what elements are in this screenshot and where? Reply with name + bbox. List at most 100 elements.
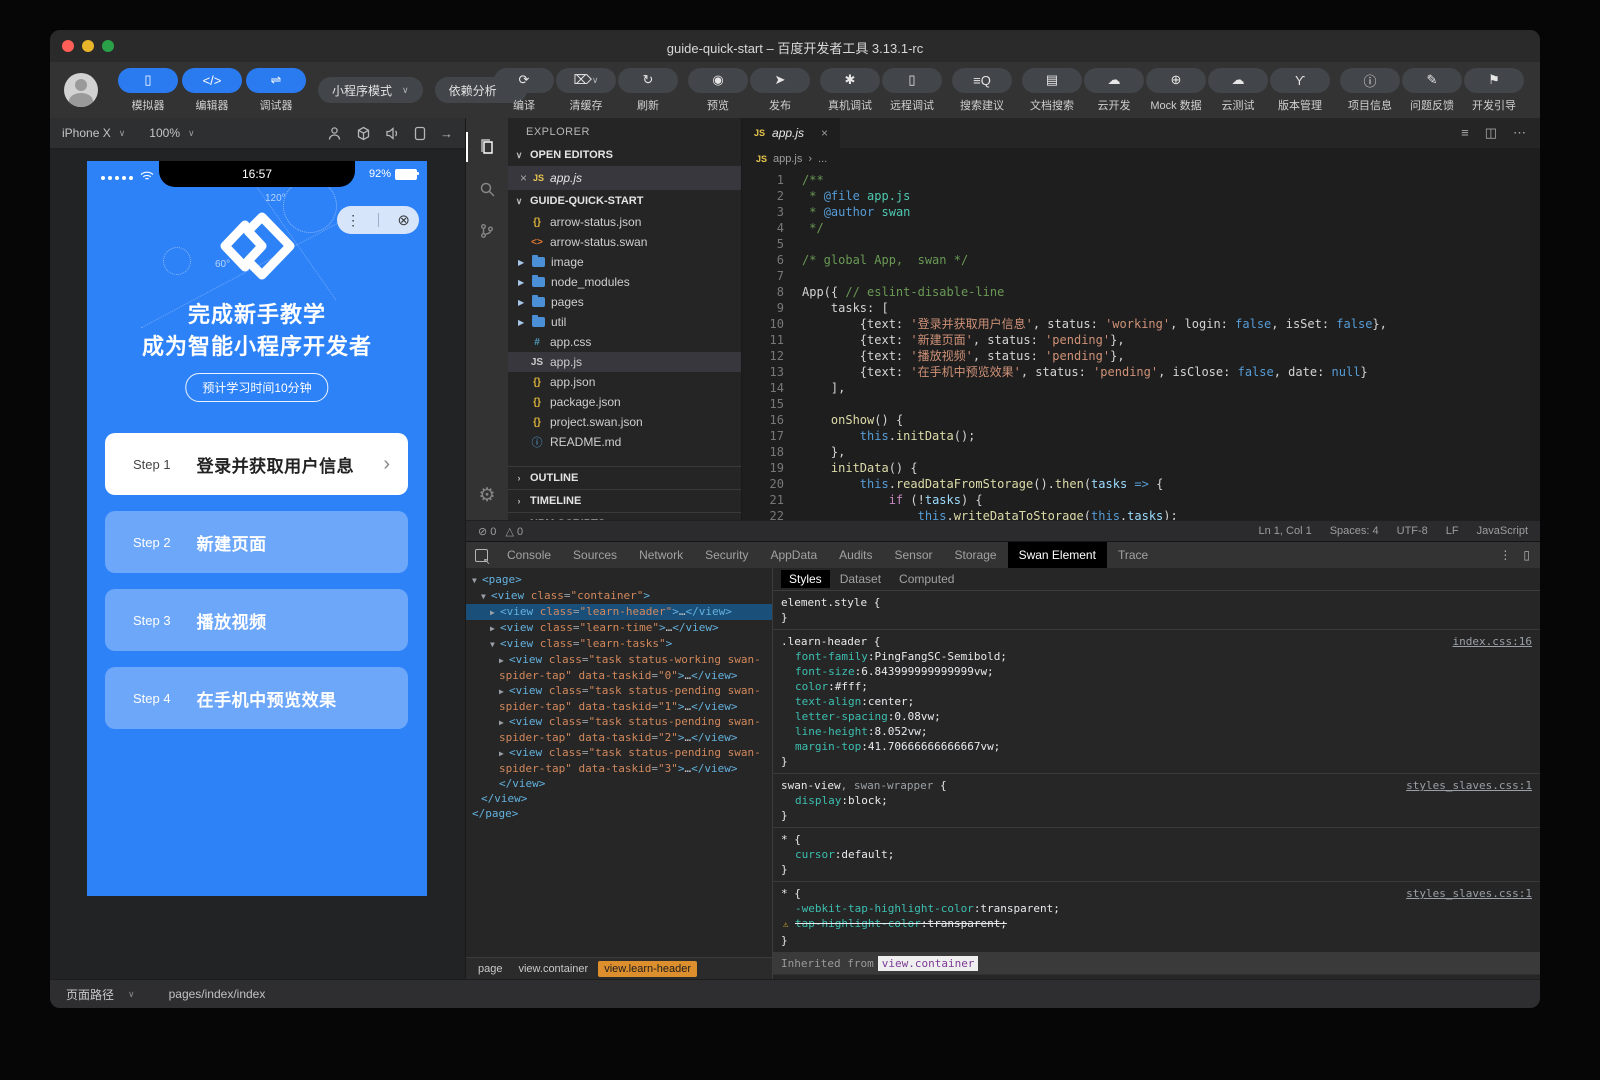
dom-node[interactable]: ▶<view class="task status-pending swan-s… [466, 683, 772, 714]
dom-node[interactable]: ▶<view class="task status-working swan-s… [466, 652, 772, 683]
file-image[interactable]: ▶image [508, 252, 741, 272]
section-timeline[interactable]: ›TIMELINE [508, 490, 741, 513]
status-item[interactable]: JavaScript [1477, 525, 1528, 537]
file-app.css[interactable]: #app.css [508, 332, 741, 352]
status-item[interactable]: Ln 1, Col 1 [1259, 525, 1312, 537]
toolbar-button-debugger[interactable]: ⇌调试器 [248, 68, 304, 113]
devtools-tab-console[interactable]: Console [496, 542, 562, 568]
dom-node[interactable]: </view> [466, 776, 772, 791]
sound-icon[interactable] [385, 126, 400, 141]
toolbar-button-refresh[interactable]: ↻刷新 [620, 68, 676, 113]
dom-node[interactable]: </page> [466, 806, 772, 821]
touch-mode-icon[interactable] [327, 126, 342, 141]
stylesheet-link[interactable]: index.css:16 [1453, 634, 1532, 649]
devtools-tab-trace[interactable]: Trace [1107, 542, 1159, 568]
chevron-down-icon[interactable]: ∨ [128, 989, 135, 1000]
devtools-tab-swan-element[interactable]: Swan Element [1008, 542, 1107, 568]
toolbar-button-cloud-test[interactable]: ☁云测试 [1210, 68, 1266, 113]
toolbar-button-remote-debug[interactable]: ▯远程调试 [884, 68, 940, 113]
project-section[interactable]: ∨GUIDE-QUICK-START [508, 190, 741, 212]
devtools-tab-network[interactable]: Network [628, 542, 694, 568]
inherited-selector-chip[interactable]: view.container [878, 956, 979, 971]
dom-breadcrumb-view.learn-header[interactable]: view.learn-header [598, 961, 697, 977]
stylesheet-link[interactable]: styles_slaves.css:1 [1406, 778, 1532, 793]
file-arrow-status.swan[interactable]: <>arrow-status.swan [508, 232, 741, 252]
dom-breadcrumb-page[interactable]: page [472, 961, 508, 977]
status-item[interactable]: LF [1446, 525, 1459, 537]
dom-node[interactable]: ▼<view class="learn-tasks"> [466, 636, 772, 652]
stylesheet-link[interactable]: styles_slaves.css:1 [1406, 886, 1532, 901]
toolbar-button-dev-guide[interactable]: ⚑开发引导 [1466, 68, 1522, 113]
expand-caret-icon[interactable]: ▶ [518, 278, 526, 287]
toolbar-button-mock-data[interactable]: ⊕Mock 数据 [1148, 68, 1204, 113]
close-miniapp-icon[interactable]: ⊗ [397, 211, 410, 229]
guide-step-2[interactable]: Step 2新建页面 [105, 511, 408, 573]
guide-step-1[interactable]: Step 1登录并获取用户信息› [105, 433, 408, 495]
guide-step-3[interactable]: Step 3播放视频 [105, 589, 408, 651]
activity-explorer-icon[interactable] [466, 126, 508, 168]
dom-node[interactable]: ▼<page> [466, 572, 772, 588]
tab-app-js[interactable]: JS app.js × [742, 118, 840, 148]
toolbar-button-clear-cache[interactable]: ⌦∨清缓存 [558, 68, 614, 113]
toolbar-button-search-suggest[interactable]: ≡Q搜索建议 [954, 68, 1010, 113]
dom-node[interactable]: </view> [466, 791, 772, 806]
guide-step-4[interactable]: Step 4在手机中预览效果 [105, 667, 408, 729]
status-item[interactable]: UTF-8 [1397, 525, 1428, 537]
status-item[interactable]: Spaces: 4 [1330, 525, 1379, 537]
devtools-more-icon[interactable]: ⋮ [1499, 548, 1511, 562]
file-package.json[interactable]: {}package.json [508, 392, 741, 412]
expand-caret-icon[interactable]: ▶ [518, 258, 526, 267]
toolbar-button-compile[interactable]: ⟳编译 [496, 68, 552, 113]
dom-node[interactable]: ▶<view class="task status-pending swan-s… [466, 714, 772, 745]
styles-tab-dataset[interactable]: Dataset [832, 570, 889, 588]
device-frame-icon[interactable] [414, 126, 426, 141]
toolbar-button-publish[interactable]: ➤发布 [752, 68, 808, 113]
activity-source-control-icon[interactable] [466, 210, 508, 252]
toolbar-button-project-info[interactable]: ⓘ项目信息 [1342, 68, 1398, 113]
settings-gear-icon[interactable]: ⚙ [466, 474, 508, 516]
activity-search-icon[interactable] [466, 168, 508, 210]
open-editors-section[interactable]: ∨OPEN EDITORS [508, 144, 741, 166]
dom-tree[interactable]: ▼<page>▼<view class="container">▶<view c… [466, 568, 772, 957]
avatar[interactable] [64, 73, 98, 107]
dom-breadcrumb-view.container[interactable]: view.container [512, 961, 594, 977]
dom-node[interactable]: ▼<view class="container"> [466, 588, 772, 604]
section-outline[interactable]: ›OUTLINE [508, 467, 741, 490]
dom-node[interactable]: ▶<view class="learn-header">…</view> [466, 604, 772, 620]
expand-caret-icon[interactable]: ▶ [518, 298, 526, 307]
toolbar-button-cloud-dev[interactable]: ☁云开发 [1086, 68, 1142, 113]
toolbar-button-editor[interactable]: </>编辑器 [184, 68, 240, 113]
rotate-device-icon[interactable] [356, 126, 371, 141]
devtools-tab-appdata[interactable]: AppData [759, 542, 828, 568]
code-area[interactable]: 1/**2 * @file app.js3 * @author swan4 */… [742, 170, 1540, 520]
file-project.swan.json[interactable]: {}project.swan.json [508, 412, 741, 432]
devtools-tab-storage[interactable]: Storage [944, 542, 1008, 568]
devtools-tab-sources[interactable]: Sources [562, 542, 628, 568]
more-icon[interactable]: ⋮ [346, 212, 360, 229]
file-README.md[interactable]: ⓘREADME.md [508, 432, 741, 452]
problems-indicator[interactable]: ⊘ 0 △ 0 [478, 525, 523, 538]
toolbar-button-doc-search[interactable]: ▤文档搜索 [1024, 68, 1080, 113]
file-arrow-status.json[interactable]: {}arrow-status.json [508, 212, 741, 232]
styles-tab-styles[interactable]: Styles [781, 570, 830, 588]
close-editor-icon[interactable]: × [520, 171, 527, 185]
section-npm-scripts[interactable]: ›NPM SCRIPTS [508, 513, 741, 520]
dom-node[interactable]: ▶<view class="task status-pending swan-s… [466, 745, 772, 776]
toolbar-button-version-control[interactable]: ϒ版本管理 [1272, 68, 1328, 113]
toolbar-button-simulator[interactable]: ▯模拟器 [120, 68, 176, 113]
expand-caret-icon[interactable]: ▶ [518, 318, 526, 327]
dom-node[interactable]: ▶<view class="learn-time">…</view> [466, 620, 772, 636]
css-rules[interactable]: element.style {}.learn-header {index.css… [773, 591, 1540, 979]
devtools-tab-audits[interactable]: Audits [828, 542, 883, 568]
devtools-tab-sensor[interactable]: Sensor [884, 542, 944, 568]
device-select[interactable]: iPhone X∨ [62, 126, 125, 140]
close-tab-icon[interactable]: × [821, 126, 828, 140]
zoom-select[interactable]: 100%∨ [149, 126, 194, 140]
open-editor-app-js[interactable]: × JS app.js [508, 166, 741, 190]
device-toolbar-icon[interactable]: ▯ [1523, 548, 1530, 562]
breadcrumb[interactable]: JS app.js › ... [742, 148, 1540, 170]
file-node_modules[interactable]: ▶node_modules [508, 272, 741, 292]
editor-layout-icon-2[interactable]: ◫ [1485, 125, 1497, 141]
file-app.json[interactable]: {}app.json [508, 372, 741, 392]
file-pages[interactable]: ▶pages [508, 292, 741, 312]
